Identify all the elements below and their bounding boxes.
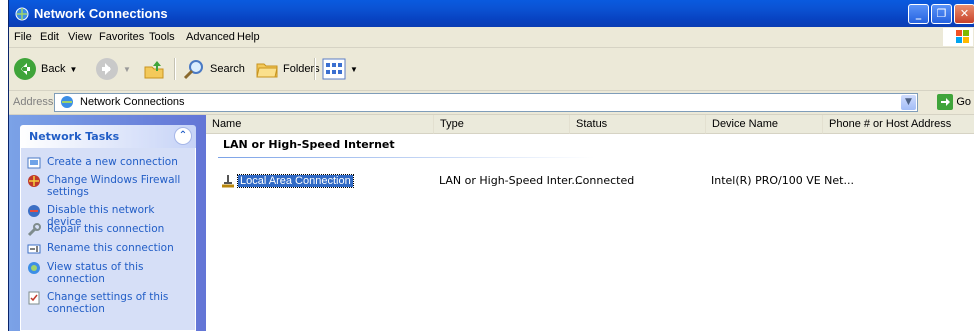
network-tasks-list: Create a new connection Change Windows F… <box>20 148 196 331</box>
menu-advanced[interactable]: Advanced <box>186 31 235 43</box>
task-label: View status of this connection <box>47 261 144 285</box>
column-header-label: Name <box>212 118 242 130</box>
toolbar-separator <box>314 58 316 80</box>
network-connections-icon <box>15 7 29 21</box>
chevron-down-icon: ▼ <box>905 97 912 107</box>
lan-connection-icon <box>222 174 234 187</box>
go-button[interactable]: Go <box>937 94 971 110</box>
task-repair-connection[interactable]: Repair this connection <box>27 223 191 237</box>
forward-button[interactable]: ▼ <box>95 56 131 82</box>
task-pane: Network Tasks ⌃ Create a new connection … <box>9 115 206 331</box>
column-header-name[interactable]: Name <box>206 115 434 134</box>
task-view-status[interactable]: View status of this connection <box>27 261 191 285</box>
task-label: Rename this connection <box>47 242 174 254</box>
chevron-down-icon: ▼ <box>350 64 358 74</box>
firewall-icon <box>28 175 40 187</box>
back-label: Back <box>41 63 66 75</box>
connection-name-cell[interactable]: Local Area Connection <box>220 173 354 188</box>
column-header-label: Status <box>576 118 608 130</box>
chevron-up-double-icon: ⌃ <box>178 130 188 141</box>
column-header-type[interactable]: Type <box>434 115 570 134</box>
restore-icon: ❐ <box>936 7 947 20</box>
search-button[interactable]: Search <box>182 56 245 82</box>
title-bar[interactable]: Network Connections _ ❐ ✕ <box>9 0 974 27</box>
group-header: LAN or High-Speed Internet <box>223 138 395 151</box>
task-label: Repair this connection <box>47 223 165 235</box>
search-icon <box>183 60 203 80</box>
network-tasks-header[interactable]: Network Tasks ⌃ <box>20 125 196 148</box>
address-dropdown-button[interactable]: ▼ <box>901 95 916 110</box>
column-header-device[interactable]: Device Name <box>706 115 823 134</box>
folders-icon <box>256 63 278 78</box>
disable-device-icon <box>28 205 40 217</box>
go-arrow-icon <box>937 94 954 110</box>
chevron-down-icon: ▼ <box>69 64 78 74</box>
task-change-settings[interactable]: Change settings of this connection <box>27 291 191 315</box>
connection-name: Local Area Connection <box>237 173 354 188</box>
views-grid-icon <box>322 58 346 80</box>
column-header-host[interactable]: Phone # or Host Address <box>823 115 974 134</box>
task-label: Change settings of this connection <box>47 291 169 315</box>
task-rename-connection[interactable]: Rename this connection <box>27 242 191 256</box>
address-label: Address <box>13 96 54 108</box>
network-tasks-title: Network Tasks <box>29 130 120 143</box>
connection-type: LAN or High-Speed Inter... <box>439 174 582 187</box>
menu-file[interactable]: File <box>14 31 32 43</box>
network-tasks-panel: Network Tasks ⌃ Create a new connection … <box>20 125 196 331</box>
back-button[interactable]: Back ▼ <box>13 56 77 82</box>
menu-edit[interactable]: Edit <box>40 31 59 43</box>
menu-favorites[interactable]: Favorites <box>99 31 144 43</box>
list-item[interactable]: Local Area Connection LAN or High-Speed … <box>206 171 974 189</box>
column-header-status[interactable]: Status <box>570 115 706 134</box>
close-button[interactable]: ✕ <box>954 4 974 24</box>
task-label: Create a new connection <box>47 156 178 168</box>
settings-icon <box>28 291 40 305</box>
rename-icon <box>27 244 41 254</box>
task-create-connection[interactable]: Create a new connection <box>27 156 191 170</box>
group-divider <box>218 157 594 158</box>
close-icon: ✕ <box>959 7 970 20</box>
minimize-button[interactable]: _ <box>908 4 929 24</box>
connection-device: Intel(R) PRO/100 VE Net... <box>711 174 854 187</box>
back-arrow-icon <box>14 58 36 80</box>
forward-arrow-icon <box>96 58 118 80</box>
folders-button[interactable]: Folders <box>255 56 320 82</box>
go-label: Go <box>956 96 971 108</box>
windows-logo-icon <box>943 28 973 46</box>
status-icon <box>28 262 40 274</box>
column-header-label: Phone # or Host Address <box>829 118 952 130</box>
views-button[interactable]: ▼ <box>322 56 358 82</box>
toolbar-separator <box>174 58 176 80</box>
collapse-button[interactable]: ⌃ <box>174 127 192 145</box>
menu-help[interactable]: Help <box>237 31 260 43</box>
repair-icon <box>27 223 41 237</box>
task-change-firewall[interactable]: Change Windows Firewall settings <box>27 174 191 198</box>
window-title: Network Connections <box>34 6 168 21</box>
search-label: Search <box>210 63 245 75</box>
connections-list: Name Type Status Device Name Phone # or … <box>206 115 974 331</box>
new-connection-icon <box>27 157 41 169</box>
maximize-button[interactable]: ❐ <box>931 4 952 24</box>
chevron-down-icon: ▼ <box>123 64 131 74</box>
column-header-label: Type <box>440 118 464 130</box>
connection-status: Connected <box>575 174 635 187</box>
address-bar: Address Network Connections ▼ Go <box>9 91 974 115</box>
up-folder-button[interactable] <box>142 56 166 82</box>
column-header-label: Device Name <box>712 118 779 130</box>
minimize-icon: _ <box>915 7 922 20</box>
address-input[interactable]: Network Connections ▼ <box>54 93 918 112</box>
address-value: Network Connections <box>80 96 185 108</box>
menu-view[interactable]: View <box>68 31 92 43</box>
network-connections-icon <box>61 96 73 108</box>
explorer-window: Network Connections _ ❐ ✕ File Edit View… <box>8 0 974 331</box>
task-label: Change Windows Firewall settings <box>47 174 181 198</box>
up-folder-icon <box>144 61 164 79</box>
menu-bar: File Edit View Favorites Tools Advanced … <box>9 27 974 48</box>
toolbar: Back ▼ ▼ Search Folders ▼ <box>9 48 974 91</box>
menu-tools[interactable]: Tools <box>149 31 175 43</box>
